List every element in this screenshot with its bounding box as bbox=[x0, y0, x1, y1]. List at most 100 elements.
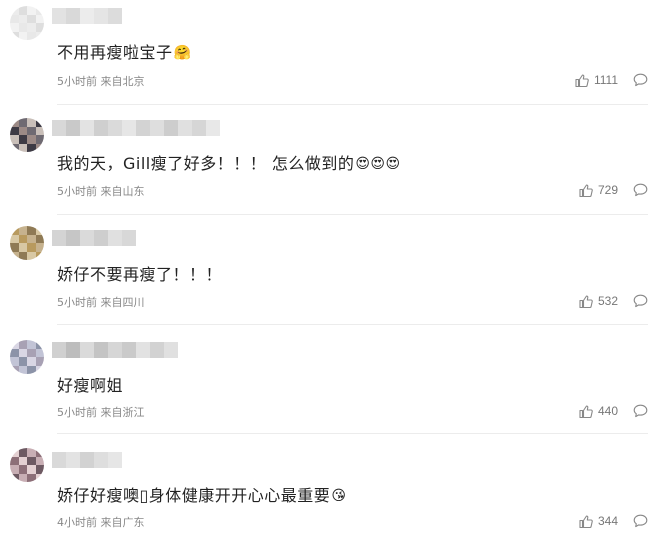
avatar-pixel bbox=[35, 448, 44, 457]
avatar-pixel bbox=[35, 31, 44, 40]
avatar-pixel bbox=[18, 348, 27, 357]
avatar[interactable] bbox=[10, 6, 44, 40]
username-pixel bbox=[206, 120, 220, 136]
username-pixel bbox=[94, 120, 108, 136]
avatar-pixel bbox=[18, 357, 27, 366]
comment-item: 娇仔不要再瘦了！！！ 5小时前 来自四川 532 bbox=[0, 218, 660, 326]
comment-item: 不用再瘦啦宝子🤗 5小时前 来自北京 1111 bbox=[0, 0, 660, 108]
username-pixel bbox=[80, 8, 94, 24]
avatar-pixel bbox=[35, 473, 44, 482]
avatar[interactable] bbox=[10, 226, 44, 260]
comment-time: 4小时前 bbox=[57, 516, 97, 529]
comment-text-content: 不用再瘦啦宝子 bbox=[57, 43, 173, 62]
username-pixel bbox=[164, 342, 178, 358]
avatar[interactable] bbox=[10, 448, 44, 482]
avatar-pixel bbox=[27, 448, 36, 457]
avatar-pixel bbox=[10, 31, 19, 40]
comment-item: 我的天，Gill瘦了好多！！！ 怎么做到的😍😍😍 5小时前 来自山东 729 bbox=[0, 108, 660, 218]
comment-item: 娇仔好瘦噢▯身体健康开开心心最重要😘 4小时前 来自广东 344 bbox=[0, 436, 660, 545]
avatar-pixel bbox=[35, 234, 44, 243]
avatar-pixel bbox=[27, 31, 36, 40]
avatar-pixel bbox=[18, 143, 27, 152]
avatar-pixel bbox=[27, 456, 36, 465]
like-button[interactable]: 1111 bbox=[575, 73, 618, 87]
like-count: 729 bbox=[597, 183, 618, 197]
emoji-icon: 🤗 bbox=[173, 45, 192, 61]
speech-bubble-icon bbox=[633, 294, 648, 308]
avatar[interactable] bbox=[10, 118, 44, 152]
thumb-up-icon bbox=[579, 183, 593, 197]
comment-text-content: 娇仔好瘦噢▯身体健康开开心心最重要 bbox=[57, 486, 331, 505]
avatar-pixel bbox=[27, 251, 36, 260]
like-button[interactable]: 532 bbox=[579, 294, 618, 308]
username-pixel bbox=[52, 120, 66, 136]
username-blurred[interactable] bbox=[52, 120, 220, 136]
avatar-pixel bbox=[18, 135, 27, 144]
avatar-pixel bbox=[27, 226, 36, 235]
avatar-pixel bbox=[35, 143, 44, 152]
comment-text: 好瘦啊姐 bbox=[57, 372, 124, 396]
avatar-pixel bbox=[10, 226, 19, 235]
avatar-pixel bbox=[35, 23, 44, 32]
avatar-pixel bbox=[35, 118, 44, 127]
username-blurred[interactable] bbox=[52, 230, 136, 246]
thumb-up-icon bbox=[579, 294, 593, 308]
comment-location: 来自浙江 bbox=[100, 406, 145, 419]
avatar-pixel bbox=[27, 243, 36, 252]
divider bbox=[57, 324, 648, 325]
comment-meta: 4小时前 来自广东 bbox=[57, 514, 145, 530]
avatar-pixel bbox=[27, 6, 36, 15]
comment-item: 好瘦啊姐 5小时前 来自浙江 440 bbox=[0, 326, 660, 436]
comment-time: 5小时前 bbox=[57, 75, 97, 88]
reply-button[interactable] bbox=[633, 404, 648, 418]
avatar-pixel bbox=[10, 126, 19, 135]
avatar-pixel bbox=[27, 234, 36, 243]
like-button[interactable]: 729 bbox=[579, 183, 618, 197]
comment-time: 5小时前 bbox=[57, 185, 97, 198]
divider bbox=[57, 104, 648, 105]
username-pixel bbox=[94, 230, 108, 246]
emoji-icon: 😍😍😍 bbox=[355, 156, 401, 172]
username-pixel bbox=[108, 230, 122, 246]
avatar-pixel bbox=[10, 234, 19, 243]
username-pixel bbox=[122, 120, 136, 136]
comment-text-content: 我的天，Gill瘦了好多！！！ 怎么做到的 bbox=[57, 154, 355, 173]
like-count: 344 bbox=[597, 514, 618, 528]
comment-location: 来自广东 bbox=[100, 516, 145, 529]
avatar-pixel bbox=[27, 357, 36, 366]
like-count: 1111 bbox=[593, 73, 618, 87]
avatar-pixel bbox=[35, 456, 44, 465]
reply-button[interactable] bbox=[633, 73, 648, 87]
like-count: 532 bbox=[597, 294, 618, 308]
avatar[interactable] bbox=[10, 340, 44, 374]
comment-meta: 5小时前 来自浙江 bbox=[57, 404, 145, 420]
username-pixel bbox=[66, 120, 80, 136]
avatar-pixel bbox=[27, 348, 36, 357]
username-blurred[interactable] bbox=[52, 342, 178, 358]
username-pixel bbox=[80, 342, 94, 358]
username-pixel bbox=[122, 230, 136, 246]
reply-button[interactable] bbox=[633, 514, 648, 528]
like-button[interactable]: 344 bbox=[579, 514, 618, 528]
avatar-pixel bbox=[27, 126, 36, 135]
avatar-pixel bbox=[10, 243, 19, 252]
username-pixel bbox=[108, 452, 122, 468]
avatar-pixel bbox=[35, 243, 44, 252]
username-blurred[interactable] bbox=[52, 452, 122, 468]
username-blurred[interactable] bbox=[52, 8, 122, 24]
username-pixel bbox=[66, 342, 80, 358]
divider bbox=[57, 433, 648, 434]
avatar-pixel bbox=[10, 23, 19, 32]
username-pixel bbox=[136, 342, 150, 358]
like-button[interactable]: 440 bbox=[579, 404, 618, 418]
avatar-pixel bbox=[18, 448, 27, 457]
username-pixel bbox=[52, 8, 66, 24]
comment-text: 我的天，Gill瘦了好多！！！ 怎么做到的😍😍😍 bbox=[57, 150, 401, 174]
username-pixel bbox=[52, 342, 66, 358]
avatar-pixel bbox=[10, 143, 19, 152]
reply-button[interactable] bbox=[633, 294, 648, 308]
username-pixel bbox=[122, 342, 136, 358]
reply-button[interactable] bbox=[633, 183, 648, 197]
username-pixel bbox=[192, 120, 206, 136]
avatar-pixel bbox=[27, 14, 36, 23]
